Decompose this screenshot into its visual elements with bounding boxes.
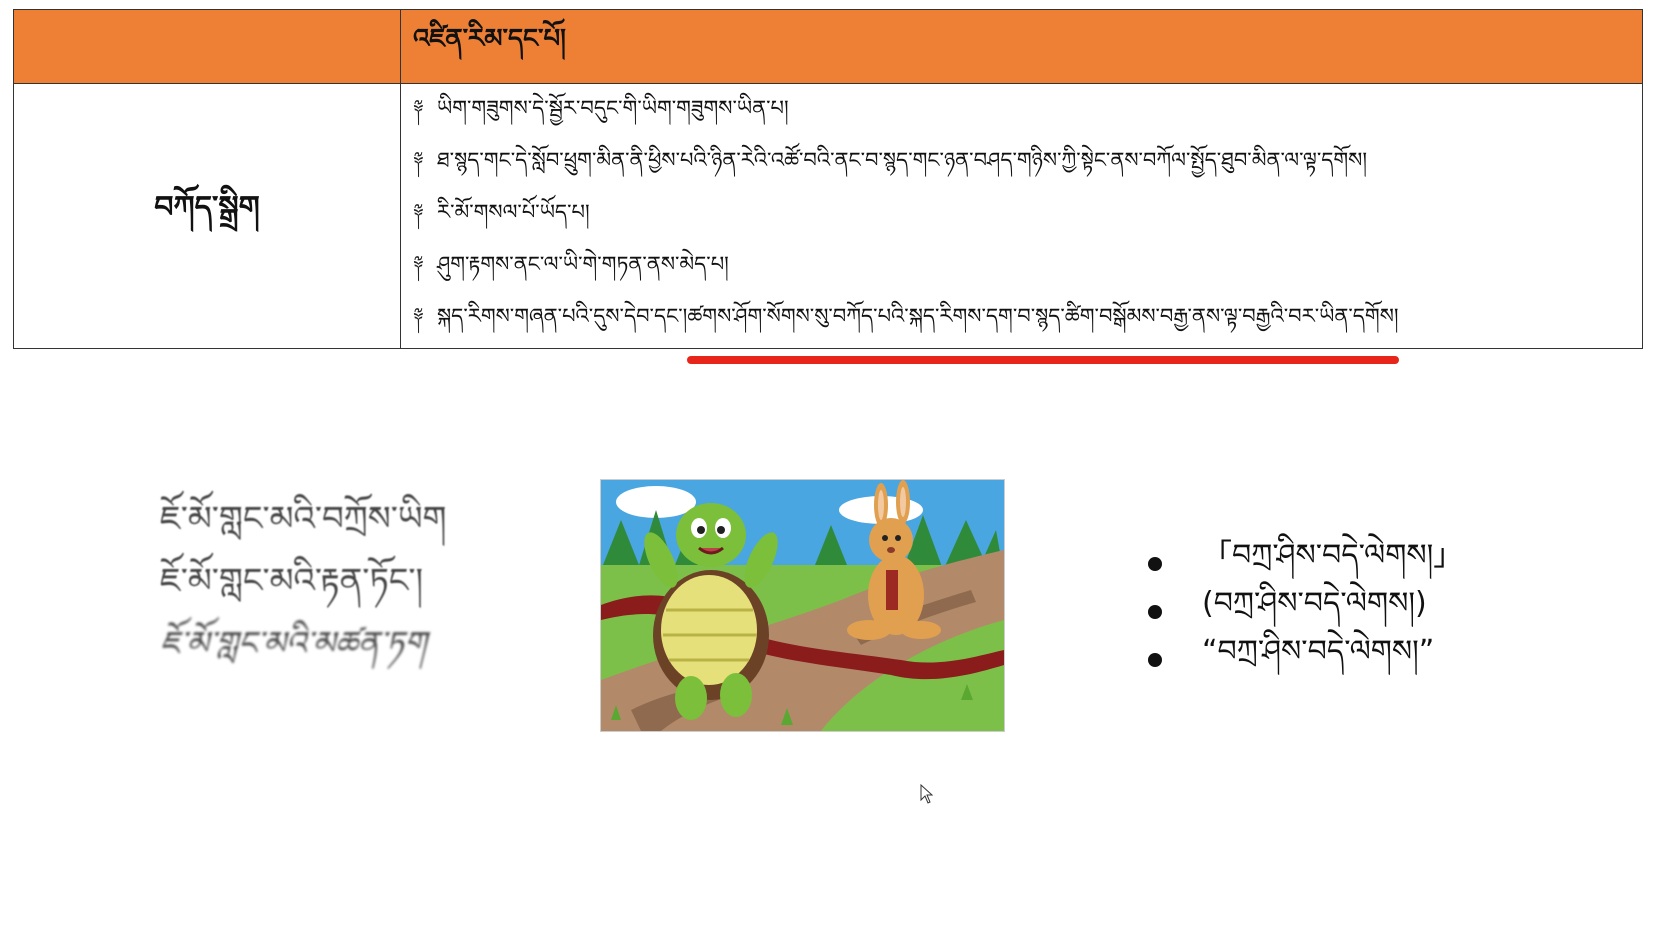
requirement-item-4: ༈ ཤུག་རྟགས་ནང་ལ་ཡི་གེ་གཏན་ནས་མེད་པ། bbox=[413, 244, 1642, 296]
bullet-dot-icon bbox=[1148, 557, 1162, 571]
punctuation-example: “བཀྲ་ཤིས་བདེ་ལེགས།” bbox=[1202, 634, 1435, 669]
mouse-pointer-icon bbox=[920, 784, 934, 804]
requirement-item-2: ༈ ཐ་སྙད་གང་དེ་སློབ་ཕྲུག་མིན་ནི་ཕྱིས་པའི་… bbox=[413, 140, 1642, 192]
requirement-list: ༈ ཡིག་གཟུགས་དེ་སྦྱོར་བདུང་གི་ཡིག་གཟུགས་ཡ… bbox=[400, 83, 1643, 364]
requirement-item-1: ༈ ཡིག་གཟུགས་དེ་སྦྱོར་བདུང་གི་ཡིག་གཟུགས་ཡ… bbox=[413, 88, 1642, 140]
requirement-text: ཤུག་རྟགས་ནང་ལ་ཡི་གེ་གཏན་ནས་མེད་པ། bbox=[437, 251, 729, 276]
font-sample-block: ཇོ་མོ་གླང་མའི་བཀྲོས་ཡིག ཇོ་མོ་གླང་མའི་རྟ… bbox=[160, 488, 520, 674]
list-item: “བཀྲ་ཤིས་བདེ་ལེགས།” bbox=[1148, 634, 1463, 684]
table-body-row: བཀོད་སྒྲིག ༈ ཡིག་གཟུགས་དེ་སྦྱོར་བདུང་གི་… bbox=[13, 83, 1643, 364]
tortoise-and-hare-race-illustration-icon bbox=[601, 480, 1004, 731]
requirement-text: སྐད་རིགས་གཞན་པའི་དུས་དེབ་དང་། bbox=[437, 303, 688, 328]
requirement-text: རི་མོ་གསལ་པོ་ཡོད་པ། bbox=[437, 199, 590, 224]
requirement-text: ཡིག་གཟུགས་དེ་སྦྱོར་བདུང་གི་ཡིག་གཟུགས་ཡིན… bbox=[437, 95, 789, 120]
tortoise-hare-illustration bbox=[600, 479, 1005, 732]
font-sample-line: ཇོ་མོ་གླང་མའི་རྟན་ཏོང་། bbox=[160, 561, 424, 601]
requirement-item-3: ༈ རི་མོ་གསལ་པོ་ཡོད་པ། bbox=[413, 192, 1642, 244]
bullet-dot-icon bbox=[1148, 653, 1162, 667]
bullet-dot-icon bbox=[1148, 605, 1162, 619]
row-label: བཀོད་སྒྲིག bbox=[13, 83, 401, 349]
tibetan-bullet-icon: ༈ bbox=[413, 304, 424, 329]
table-header-row: འཛིན་རིམ་དང་པོ། bbox=[13, 9, 1643, 84]
underlined-requirement-text: ཚགས་ཤོག་སོགས་སུ་བཀོད་པའི་སྐད་རིགས་དག་བ་ས… bbox=[687, 293, 1399, 364]
header-title: འཛིན་རིམ་དང་པོ། bbox=[400, 9, 1643, 84]
requirements-table: འཛིན་རིམ་དང་པོ། བཀོད་སྒྲིག ༈ ཡིག་གཟུགས་ད… bbox=[13, 9, 1643, 364]
punctuation-examples-list: 「བཀྲ་ཤིས་བདེ་ལེགས།」 (བཀྲ་ཤིས་བདེ་ལེགས།) … bbox=[1148, 538, 1463, 684]
requirement-item-5: ༈ སྐད་རིགས་གཞན་པའི་དུས་དེབ་དང་། ཚགས་ཤོག་… bbox=[413, 296, 1642, 364]
font-sample-line: ཇོ་མོ་གླང་མའི་མཚན་ཏག bbox=[160, 624, 427, 662]
requirement-text: ཐ་སྙད་གང་དེ་སློབ་ཕྲུག་མིན་ནི་ཕྱིས་པའི་ཉི… bbox=[437, 147, 1368, 172]
font-sample-line: ཇོ་མོ་གླང་མའི་བཀྲོས་ཡིག bbox=[160, 499, 447, 539]
header-left-cell bbox=[13, 9, 401, 84]
